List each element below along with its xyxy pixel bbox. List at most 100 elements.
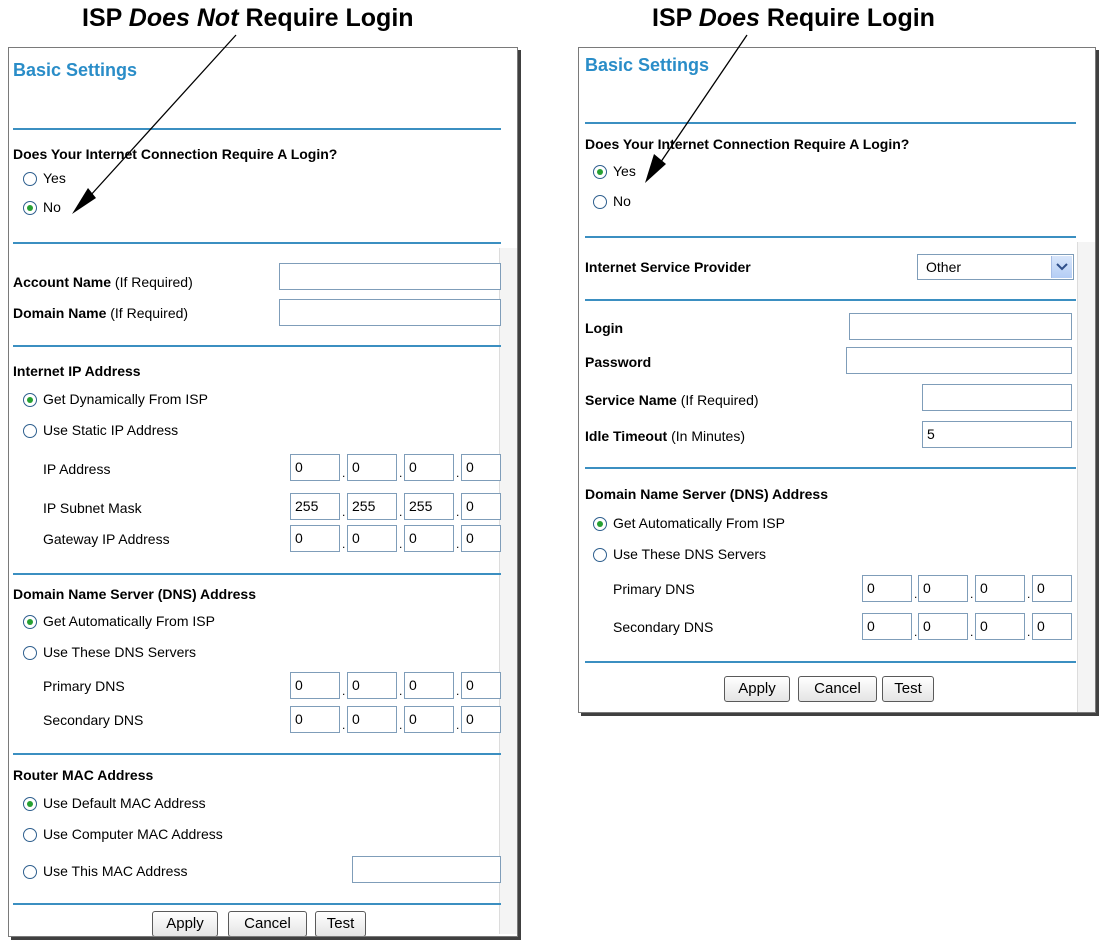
- divider: [13, 128, 501, 130]
- dns-heading: Domain Name Server (DNS) Address: [13, 586, 257, 602]
- primary-dns-octet-1[interactable]: 0: [862, 575, 912, 602]
- octet-separator: .: [1027, 587, 1031, 601]
- secondary-dns-octet-4[interactable]: 0: [1032, 613, 1072, 640]
- primary-dns-octet-3[interactable]: 0: [975, 575, 1025, 602]
- octet-separator: .: [914, 625, 918, 639]
- account-name-input[interactable]: [279, 263, 501, 290]
- octet-separator: .: [970, 587, 974, 601]
- caption-text: Require Login: [759, 4, 935, 32]
- login-input[interactable]: [849, 313, 1072, 340]
- ip-address-label: IP Address: [43, 461, 111, 477]
- apply-button[interactable]: Apply: [724, 676, 790, 702]
- divider: [585, 299, 1076, 301]
- mac-default-radio[interactable]: [23, 797, 37, 811]
- gateway-octet-4[interactable]: 0: [461, 525, 501, 552]
- subnet-octet-4[interactable]: 0: [461, 493, 501, 520]
- gateway-octet-1[interactable]: 0: [290, 525, 340, 552]
- scrollbar[interactable]: [499, 248, 517, 934]
- idle-timeout-label: Idle Timeout (In Minutes): [585, 428, 745, 444]
- left-settings-panel: Basic Settings Does Your Internet Connec…: [8, 47, 518, 937]
- octet-separator: .: [342, 684, 346, 698]
- divider: [585, 122, 1076, 124]
- primary-dns-octet-1[interactable]: 0: [290, 672, 340, 699]
- mac-default-label: Use Default MAC Address: [43, 795, 206, 811]
- secondary-dns-octet-3[interactable]: 0: [975, 613, 1025, 640]
- test-button[interactable]: Test: [882, 676, 934, 702]
- domain-name-input[interactable]: [279, 299, 501, 326]
- dns-heading: Domain Name Server (DNS) Address: [585, 486, 829, 502]
- octet-separator: .: [342, 466, 346, 480]
- caption-text: ISP: [652, 4, 699, 32]
- idle-timeout-input[interactable]: 5: [922, 421, 1072, 448]
- octet-separator: .: [914, 587, 918, 601]
- service-name-label: Service Name (If Required): [585, 392, 759, 408]
- isp-select[interactable]: Other: [917, 254, 1074, 280]
- gateway-octet-2[interactable]: 0: [347, 525, 397, 552]
- dns-auto-radio[interactable]: [593, 517, 607, 531]
- chevron-down-icon[interactable]: [1051, 256, 1072, 278]
- left-caption: ISP Does Not Require Login: [82, 4, 414, 33]
- octet-separator: .: [342, 718, 346, 732]
- caption-emphasis: Does: [698, 4, 760, 32]
- secondary-dns-octet-3[interactable]: 0: [404, 706, 454, 733]
- login-no-radio[interactable]: [593, 195, 607, 209]
- password-input[interactable]: [846, 347, 1072, 374]
- divider: [13, 242, 501, 244]
- dns-auto-radio[interactable]: [23, 615, 37, 629]
- primary-dns-octet-2[interactable]: 0: [347, 672, 397, 699]
- ip-static-label: Use Static IP Address: [43, 422, 179, 438]
- label-note: (If Required): [676, 392, 759, 408]
- cancel-button[interactable]: Cancel: [228, 911, 307, 936]
- dns-auto-label: Get Automatically From ISP: [43, 613, 215, 629]
- subnet-octet-2[interactable]: 255: [347, 493, 397, 520]
- octet-separator: .: [456, 505, 460, 519]
- secondary-dns-octet-4[interactable]: 0: [461, 706, 501, 733]
- ip-address-octet-1[interactable]: 0: [290, 454, 340, 481]
- dns-manual-radio[interactable]: [23, 646, 37, 660]
- divider: [585, 467, 1076, 469]
- octet-separator: .: [399, 466, 403, 480]
- secondary-dns-label: Secondary DNS: [613, 619, 714, 635]
- ip-static-radio[interactable]: [23, 424, 37, 438]
- page-title: Basic Settings: [13, 60, 138, 80]
- right-caption: ISP Does Require Login: [652, 4, 935, 33]
- isp-label: Internet Service Provider: [585, 259, 751, 275]
- service-name-input[interactable]: [922, 384, 1072, 411]
- test-button[interactable]: Test: [315, 911, 366, 936]
- primary-dns-octet-2[interactable]: 0: [918, 575, 968, 602]
- subnet-octet-3[interactable]: 255: [404, 493, 454, 520]
- dns-manual-radio[interactable]: [593, 548, 607, 562]
- primary-dns-octet-4[interactable]: 0: [461, 672, 501, 699]
- apply-button[interactable]: Apply: [152, 911, 218, 936]
- secondary-dns-octet-2[interactable]: 0: [347, 706, 397, 733]
- ip-dynamic-label: Get Dynamically From ISP: [43, 391, 208, 407]
- ip-address-octet-3[interactable]: 0: [404, 454, 454, 481]
- primary-dns-label: Primary DNS: [613, 581, 695, 597]
- ip-address-octet-4[interactable]: 0: [461, 454, 501, 481]
- primary-dns-octet-4[interactable]: 0: [1032, 575, 1072, 602]
- secondary-dns-label: Secondary DNS: [43, 712, 144, 728]
- cancel-button[interactable]: Cancel: [798, 676, 877, 702]
- ip-dynamic-radio[interactable]: [23, 393, 37, 407]
- subnet-octet-1[interactable]: 255: [290, 493, 340, 520]
- login-yes-radio[interactable]: [593, 165, 607, 179]
- ip-address-octet-2[interactable]: 0: [347, 454, 397, 481]
- login-yes-radio[interactable]: [23, 172, 37, 186]
- label-note: (If Required): [106, 305, 189, 321]
- page-title: Basic Settings: [585, 55, 710, 75]
- login-yes-label: Yes: [613, 163, 636, 179]
- label-bold: Service Name: [585, 392, 677, 408]
- octet-separator: .: [456, 537, 460, 551]
- secondary-dns-octet-1[interactable]: 0: [290, 706, 340, 733]
- mac-this-radio[interactable]: [23, 865, 37, 879]
- secondary-dns-octet-1[interactable]: 0: [862, 613, 912, 640]
- login-no-radio[interactable]: [23, 201, 37, 215]
- mac-computer-radio[interactable]: [23, 828, 37, 842]
- scrollbar[interactable]: [1077, 242, 1095, 712]
- mac-address-input[interactable]: [352, 856, 501, 883]
- secondary-dns-octet-2[interactable]: 0: [918, 613, 968, 640]
- primary-dns-octet-3[interactable]: 0: [404, 672, 454, 699]
- divider: [13, 573, 501, 575]
- gateway-octet-3[interactable]: 0: [404, 525, 454, 552]
- octet-separator: .: [399, 505, 403, 519]
